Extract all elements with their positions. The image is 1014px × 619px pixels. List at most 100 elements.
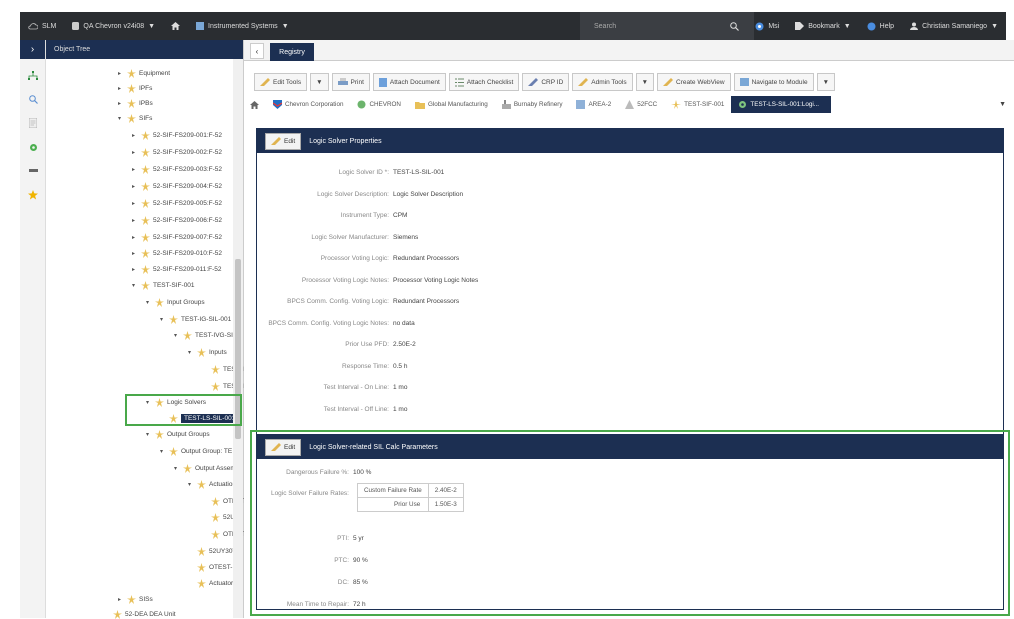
tree-expander[interactable]: ▾	[160, 316, 166, 323]
tree-node[interactable]: ▸ 52-SIF-FS209-011:F-52	[132, 265, 222, 274]
settings-button[interactable]	[20, 135, 46, 159]
tree-expander[interactable]: ▾	[146, 431, 152, 438]
tree-expander[interactable]: ▾	[146, 299, 152, 306]
tree-expander[interactable]: ▸	[118, 85, 124, 92]
favorites-button[interactable]	[20, 183, 46, 207]
module-selector[interactable]: Instrumented Systems ▼	[188, 12, 297, 40]
breadcrumb-item[interactable]: TEST-SIF-001	[664, 96, 731, 113]
tree-expander[interactable]: ▸	[132, 266, 138, 273]
home-button[interactable]	[163, 12, 188, 40]
tree-expander[interactable]: ▸	[132, 234, 138, 241]
attach-document-icon	[378, 77, 387, 87]
tab-registry[interactable]: Registry	[270, 43, 314, 61]
crp-id-button[interactable]: CRP ID	[522, 73, 570, 91]
tree-node[interactable]: ▾ Output Assem	[174, 464, 236, 473]
breadcrumb-item[interactable]: AREA-2	[569, 96, 618, 113]
home-icon	[250, 100, 259, 109]
msi-button[interactable]: Msi	[747, 12, 787, 40]
tree-node[interactable]: ▸ Equipment	[118, 69, 170, 78]
tree-node[interactable]: ▸ IPFs	[118, 84, 152, 93]
tree-node[interactable]: ▸ 52-SIF-FS209-010:F-52	[132, 249, 222, 258]
tree-scrollbar[interactable]	[233, 59, 243, 618]
edit-button[interactable]: Edit	[265, 132, 302, 150]
tree-node[interactable]: ▾ Actuation	[188, 480, 236, 489]
tree-node[interactable]: ▸ 52-SIF-FS209-007:F-52	[132, 233, 222, 242]
slm-menu[interactable]: SLM	[20, 12, 64, 40]
tree-node[interactable]: ▸ 52-SIF-FS209-006:F-52	[132, 216, 222, 225]
tree-node[interactable]: OTEST-UI	[188, 563, 239, 572]
tree-expander[interactable]: ▾	[188, 481, 194, 488]
tree-node[interactable]: ▸ 52-SIF-FS209-005:F-52	[132, 199, 222, 208]
search-panel-button[interactable]	[20, 87, 46, 111]
tree-expander[interactable]: ▾	[188, 349, 194, 356]
tree-node[interactable]: ▾ Output Groups	[146, 430, 210, 439]
left-icon-bar: ›	[20, 40, 46, 618]
bookmark-menu[interactable]: Bookmark ▼	[787, 12, 858, 40]
property-value: Redundant Processors	[393, 298, 460, 305]
breadcrumb-dropdown[interactable]: ▼	[999, 101, 1006, 108]
tree-node[interactable]: Actuator I	[188, 579, 237, 588]
tree-node[interactable]: ▸ IPBs	[118, 99, 153, 108]
expand-panel-button[interactable]: ›	[20, 40, 45, 59]
tree-expander[interactable]: ▸	[132, 183, 138, 190]
property-row: Prior Use PFD: 2.50E-2	[257, 341, 415, 348]
navigate-dropdown[interactable]: ▼	[816, 73, 836, 91]
tree-node[interactable]: ▾ TEST-IG-SIL-001	[160, 315, 231, 324]
tree-node[interactable]: 52UY30V	[188, 547, 237, 556]
tree-node[interactable]: ▸ 52-SIF-FS209-002:F-52	[132, 148, 222, 157]
admin-tools-button[interactable]: Admin Tools	[572, 73, 633, 91]
tree-node[interactable]: ▾ Input Groups	[146, 298, 205, 307]
project-label: QA Chevron v24i08	[83, 22, 145, 30]
tree-expander[interactable]: ▸	[132, 250, 138, 257]
cloud-icon	[28, 23, 38, 30]
tree-expander[interactable]: ▾	[174, 332, 180, 339]
minus-button[interactable]	[20, 159, 46, 183]
breadcrumb-item[interactable]: Global Manufacturing	[408, 96, 495, 113]
tree-node[interactable]: ▸ 52-SIF-FS209-001:F-52	[132, 131, 222, 140]
tree-node[interactable]: ▾ TEST-SIF-001	[132, 281, 195, 290]
breadcrumb-item[interactable]: CHEVRON	[350, 96, 408, 113]
navigate-to-module-button[interactable]: Navigate to Module	[733, 73, 814, 91]
collapse-button[interactable]: ‹	[250, 43, 264, 59]
admin-tools-dropdown[interactable]: ▼	[635, 73, 655, 91]
tree-expander[interactable]: ▾	[118, 115, 124, 122]
tree-expander[interactable]: ▾	[160, 448, 166, 455]
tree-node[interactable]: ▸ 52-SIF-FS209-003:F-52	[132, 165, 222, 174]
attach-checklist-button[interactable]: Attach Checklist	[448, 73, 520, 91]
user-name: Christian Samaniego	[922, 22, 988, 30]
tree-expander[interactable]: ▸	[118, 596, 124, 603]
help-button[interactable]: Help	[859, 12, 902, 40]
search-button[interactable]	[722, 12, 747, 40]
tree-expander[interactable]: ▾	[132, 282, 138, 289]
tree-expander[interactable]: ▸	[132, 200, 138, 207]
edit-tools-dropdown[interactable]: ▼	[310, 73, 329, 91]
breadcrumb-item[interactable]: 52FCC	[618, 96, 664, 113]
tree-expander[interactable]: ▸	[132, 149, 138, 156]
project-selector[interactable]: QA Chevron v24i08 ▼	[64, 12, 163, 40]
breadcrumb-label: AREA-2	[588, 101, 612, 108]
print-button[interactable]: Print	[331, 73, 370, 91]
user-menu[interactable]: Christian Samaniego ▼	[902, 12, 1006, 40]
tree-node[interactable]: ▾ TEST-IVG-SIL	[174, 331, 237, 340]
edit-tools-button[interactable]: Edit Tools	[254, 73, 308, 91]
tree-expander[interactable]: ▸	[132, 217, 138, 224]
tree-expander[interactable]: ▸	[118, 100, 124, 107]
tree-node[interactable]: ▸ SISs	[118, 595, 153, 604]
tree-node[interactable]: ▾ Output Group: TE	[160, 447, 232, 456]
tree-node[interactable]: ▸ 52-SIF-FS209-004:F-52	[132, 182, 222, 191]
tree-expander[interactable]: ▸	[132, 166, 138, 173]
breadcrumb-item[interactable]: Burnaby Refinery	[495, 96, 570, 113]
tree-node[interactable]: ▾ Inputs	[188, 348, 227, 357]
breadcrumb-item[interactable]: Chevron Corporation	[266, 96, 350, 113]
tree-expander[interactable]: ▾	[174, 465, 180, 472]
breadcrumb-current[interactable]: TEST-LS-SIL-001:Logi...	[731, 96, 832, 113]
chevron-down-icon: ▼	[148, 22, 156, 30]
hierarchy-button[interactable]	[20, 63, 46, 87]
tree-expander[interactable]: ▸	[118, 70, 124, 77]
tree-expander[interactable]: ▸	[132, 132, 138, 139]
breadcrumb-home[interactable]	[244, 96, 266, 113]
document-button[interactable]	[20, 111, 46, 135]
tree-node[interactable]: ▾ SIFs	[118, 114, 152, 123]
attach-document-button[interactable]: Attach Document	[372, 73, 446, 91]
create-webview-button[interactable]: Create WebView	[657, 73, 731, 91]
